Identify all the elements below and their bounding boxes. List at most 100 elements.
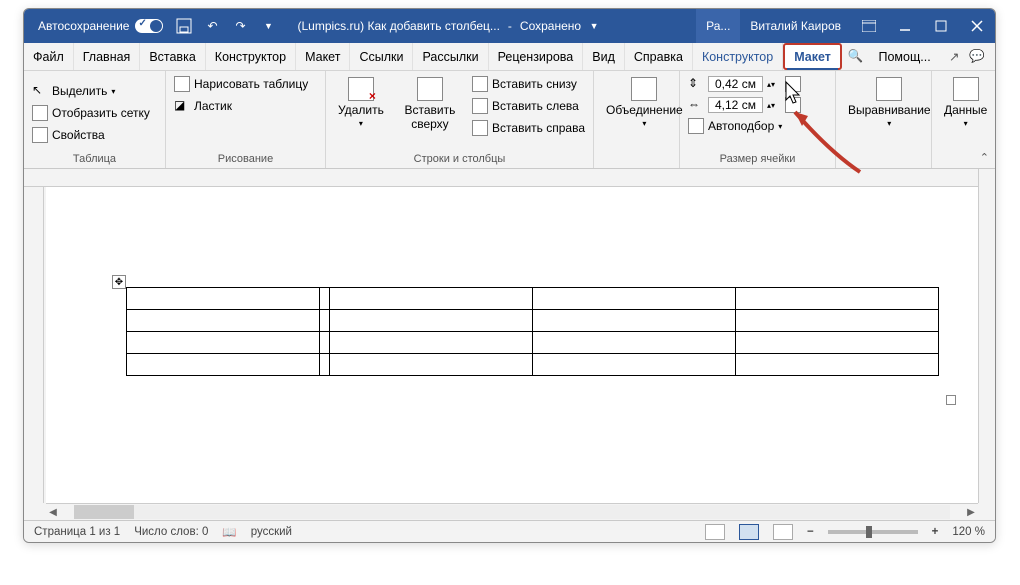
ruler-horizontal[interactable] <box>24 169 978 187</box>
dist-cols-icon[interactable] <box>785 97 801 113</box>
zoom-level[interactable]: 120 % <box>952 526 985 538</box>
properties-icon <box>32 127 48 143</box>
data-icon <box>953 77 979 101</box>
tab-insert[interactable]: Вставка <box>140 43 205 70</box>
scroll-right-icon[interactable]: ▶ <box>964 507 978 518</box>
zoom-in-icon[interactable]: + <box>932 526 939 538</box>
tab-help[interactable]: Справка <box>625 43 693 70</box>
ribbon: ↖Выделить▾ Отобразить сетку Свойства Таб… <box>24 71 995 169</box>
search-icon[interactable]: 🔍 <box>842 43 870 70</box>
table-move-handle[interactable]: ✥ <box>112 275 126 289</box>
tab-home[interactable]: Главная <box>74 43 141 70</box>
insert-bottom-button[interactable]: Вставить снизу <box>470 75 587 93</box>
user-name: Виталий Каиров <box>750 19 841 33</box>
titlebar: Автосохранение ✓ ↶ ↷ ▼ (Lumpics.ru) Как … <box>24 9 995 43</box>
search-box[interactable]: Помощ... <box>869 43 939 70</box>
group-draw: Нарисовать таблицу ◪Ластик Рисование <box>166 71 326 168</box>
insert-left-button[interactable]: Вставить слева <box>470 97 587 115</box>
document-table[interactable] <box>126 287 939 376</box>
page-number[interactable]: Страница 1 из 1 <box>34 526 120 538</box>
autofit-icon <box>688 118 704 134</box>
close-button[interactable] <box>959 9 995 43</box>
tab-view[interactable]: Вид <box>583 43 625 70</box>
group-table: ↖Выделить▾ Отобразить сетку Свойства Таб… <box>24 71 166 168</box>
maximize-button[interactable] <box>923 9 959 43</box>
tab-layout[interactable]: Макет <box>296 43 350 70</box>
delete-button[interactable]: × Удалить▾ <box>332 75 390 130</box>
ribbon-mode-icon[interactable] <box>851 9 887 43</box>
alignment-button[interactable]: Выравнивание▾ <box>842 75 937 130</box>
data-button[interactable]: Данные▾ <box>938 75 993 130</box>
group-rows-cols: × Удалить▾ Вставить сверху Вставить сниз… <box>326 71 594 168</box>
tab-file[interactable]: Файл <box>24 43 74 70</box>
show-grid-button[interactable]: Отобразить сетку <box>30 104 152 122</box>
insert-top-icon <box>417 77 443 101</box>
scroll-left-icon[interactable]: ◀ <box>46 507 60 518</box>
table-resize-handle[interactable] <box>946 395 956 405</box>
print-view-icon[interactable] <box>739 524 759 540</box>
autosave-group: Автосохранение ✓ <box>38 19 163 33</box>
eraser-button[interactable]: ◪Ластик <box>172 97 234 115</box>
zoom-out-icon[interactable]: − <box>807 526 814 538</box>
web-view-icon[interactable] <box>773 524 793 540</box>
collapse-ribbon-icon[interactable]: ⌃ <box>980 151 989 164</box>
saved-dropdown-icon[interactable]: ▼ <box>585 17 603 35</box>
group-merge-label <box>600 163 673 168</box>
scrollbar-horizontal[interactable]: ◀ ▶ <box>46 503 978 520</box>
merge-button[interactable]: Объединение▾ <box>600 75 689 130</box>
minimize-button[interactable] <box>887 9 923 43</box>
insert-left-icon <box>472 98 488 114</box>
insert-top-button[interactable]: Вставить сверху <box>396 75 464 133</box>
comments-icon[interactable]: 💬 <box>969 49 985 64</box>
ruler-vertical[interactable] <box>24 187 44 503</box>
doc-title: (Lumpics.ru) Как добавить столбец... <box>297 19 499 33</box>
height-icon: ⇕ <box>688 76 704 92</box>
pointer-icon: ↖ <box>32 83 48 99</box>
spellcheck-icon[interactable]: 📖 <box>222 525 236 539</box>
group-merge: Объединение▾ <box>594 71 680 168</box>
col-width-field[interactable]: ⇔4,12 см▴▾ <box>686 96 803 114</box>
tab-references[interactable]: Ссылки <box>350 43 413 70</box>
width-icon: ⇔ <box>688 97 704 113</box>
undo-icon[interactable]: ↶ <box>203 17 221 35</box>
saved-status: Сохранено <box>520 19 581 33</box>
redo-icon[interactable]: ↷ <box>231 17 249 35</box>
scrollbar-vertical[interactable] <box>978 169 995 503</box>
account-short[interactable]: Ра... <box>696 9 740 43</box>
alignment-icon <box>876 77 902 101</box>
insert-right-button[interactable]: Вставить справа <box>470 119 587 137</box>
group-table-label: Таблица <box>30 151 159 168</box>
tab-mailings[interactable]: Рассылки <box>413 43 488 70</box>
language[interactable]: русский <box>251 526 292 538</box>
tab-table-layout[interactable]: Макет <box>783 43 842 70</box>
word-window: Автосохранение ✓ ↶ ↷ ▼ (Lumpics.ru) Как … <box>23 8 996 543</box>
word-count[interactable]: Число слов: 0 <box>134 526 208 538</box>
tab-table-design[interactable]: Конструктор <box>693 43 783 70</box>
insert-bottom-icon <box>472 76 488 92</box>
merge-icon <box>631 77 657 101</box>
autofit-button[interactable]: Автоподбор▾ <box>686 117 784 135</box>
title-actions: ↗ 💬 <box>949 43 995 70</box>
autosave-label: Автосохранение <box>38 19 129 33</box>
focus-view-icon[interactable] <box>705 524 725 540</box>
save-icon[interactable] <box>175 17 193 35</box>
group-alignment: Выравнивание▾ <box>836 71 932 168</box>
group-cellsize: ⇕0,42 см▴▾ ⇔4,12 см▴▾ Автоподбор▾ Размер… <box>680 71 836 168</box>
scroll-track[interactable] <box>74 505 950 519</box>
tab-designer[interactable]: Конструктор <box>206 43 296 70</box>
share-icon[interactable]: ↗ <box>949 49 959 64</box>
scroll-thumb[interactable] <box>74 505 134 519</box>
zoom-slider[interactable] <box>828 530 918 534</box>
row-height-field[interactable]: ⇕0,42 см▴▾ <box>686 75 803 93</box>
properties-button[interactable]: Свойства <box>30 126 107 144</box>
select-button[interactable]: ↖Выделить▾ <box>30 82 117 100</box>
autosave-toggle[interactable]: ✓ <box>135 19 163 33</box>
insert-right-icon <box>472 120 488 136</box>
tab-review[interactable]: Рецензирова <box>489 43 584 70</box>
group-rc-label: Строки и столбцы <box>332 151 587 168</box>
document-page[interactable]: ✥ <box>46 187 978 503</box>
draw-table-button[interactable]: Нарисовать таблицу <box>172 75 310 93</box>
group-draw-label: Рисование <box>172 151 319 168</box>
qat-more-icon[interactable]: ▼ <box>259 17 277 35</box>
dist-rows-icon[interactable] <box>785 76 801 92</box>
